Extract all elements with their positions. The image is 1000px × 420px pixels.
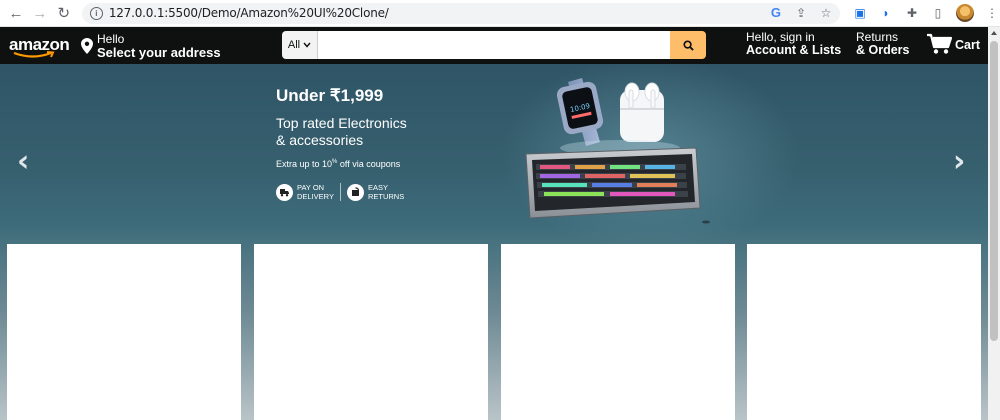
product-card-2[interactable] <box>254 244 488 420</box>
product-card-4[interactable] <box>747 244 981 420</box>
share-icon[interactable]: ⇪ <box>793 5 809 21</box>
easy-returns-badge: EASY RETURNS <box>346 183 405 201</box>
deliver-to-address[interactable]: Hello Select your address <box>81 31 221 60</box>
hero-title: Under ₹1,999 <box>276 86 384 105</box>
hero-coupon-text: Extra up to 10% off via coupons <box>276 159 400 169</box>
cart-button[interactable]: Cart <box>926 33 980 55</box>
returns-and-orders[interactable]: Returns & Orders <box>856 31 910 57</box>
url-text[interactable]: 127.0.0.1:5500/Demo/Amazon%20UI%20Clone/ <box>109 6 389 20</box>
browser-toolbar: ← → ↻ i 127.0.0.1:5500/Demo/Amazon%20UI%… <box>0 0 1000 27</box>
reload-icon[interactable]: ↻ <box>52 1 76 25</box>
site-info-icon[interactable]: i <box>89 6 103 20</box>
account-and-lists[interactable]: Hello, sign in Account & Lists <box>746 31 841 57</box>
address-greeting: Hello <box>97 31 125 46</box>
extension-drop-icon[interactable]: ◗ <box>878 5 894 21</box>
hero-subtitle-line1: Top rated Electronics <box>276 115 407 131</box>
scroll-up-arrow-icon[interactable] <box>991 31 997 35</box>
forward-arrow-icon[interactable]: → <box>28 1 52 25</box>
hero-subtitle: Top rated Electronics & accessories <box>276 115 436 149</box>
puzzle-icon[interactable]: ✚ <box>904 5 920 21</box>
hero-badges: PAY ON DELIVERY EASY RETURNS <box>276 183 404 201</box>
search-icon <box>682 39 694 51</box>
google-lens-icon[interactable]: G <box>768 5 784 21</box>
badge2-line2: RETURNS <box>367 192 405 201</box>
carousel-next-button[interactable]: › <box>953 144 965 179</box>
site-header: amazon Hello Select your address All Hel… <box>0 27 988 64</box>
bookmark-star-icon[interactable]: ☆ <box>818 5 834 21</box>
pay-on-delivery-badge: PAY ON DELIVERY <box>276 183 334 201</box>
kebab-menu-icon[interactable]: ⋮ <box>984 5 1000 21</box>
delivery-truck-icon <box>276 183 293 201</box>
search-category-label: All <box>287 39 301 51</box>
hero-subtitle-line2: & accessories <box>276 132 364 148</box>
badge1-line1: PAY ON <box>297 183 325 192</box>
search-bar: All <box>282 31 706 59</box>
back-arrow-icon[interactable]: ← <box>4 1 28 25</box>
location-pin-icon <box>81 37 93 54</box>
search-category-dropdown[interactable]: All <box>282 31 318 59</box>
amazon-logo[interactable]: amazon <box>9 32 70 60</box>
badge2-line1: EASY <box>367 183 388 192</box>
orders-label: & Orders <box>856 43 910 57</box>
search-input[interactable] <box>318 31 670 59</box>
address-select-label: Select your address <box>97 44 221 60</box>
address-bar[interactable]: i 127.0.0.1:5500/Demo/Amazon%20UI%20Clon… <box>81 2 840 24</box>
coupon-prefix: Extra up to 10 <box>276 159 333 169</box>
scrollbar-thumb[interactable] <box>990 41 998 341</box>
carousel-prev-button[interactable]: ‹ <box>17 144 29 179</box>
shopping-cart-icon <box>927 33 952 54</box>
badge1-line2: DELIVERY <box>297 192 334 201</box>
coupon-suffix: off via coupons <box>337 159 401 169</box>
cart-label: Cart <box>955 38 981 52</box>
return-box-icon <box>346 183 364 201</box>
account-lists-label: Account & Lists <box>746 43 842 57</box>
profile-avatar[interactable] <box>955 4 974 22</box>
page-scrollbar[interactable] <box>988 27 1000 420</box>
chevron-down-icon <box>303 42 311 48</box>
smile-arrow-icon <box>13 50 55 58</box>
sidebar-icon[interactable]: ▯ <box>930 5 946 21</box>
search-button[interactable] <box>670 31 706 59</box>
product-card-1[interactable] <box>7 244 241 420</box>
product-card-3[interactable] <box>501 244 735 420</box>
electronics-product-image: 10:09 <box>525 78 710 224</box>
screen-cast-icon[interactable]: ▣ <box>852 5 868 21</box>
badge-divider <box>339 183 341 201</box>
